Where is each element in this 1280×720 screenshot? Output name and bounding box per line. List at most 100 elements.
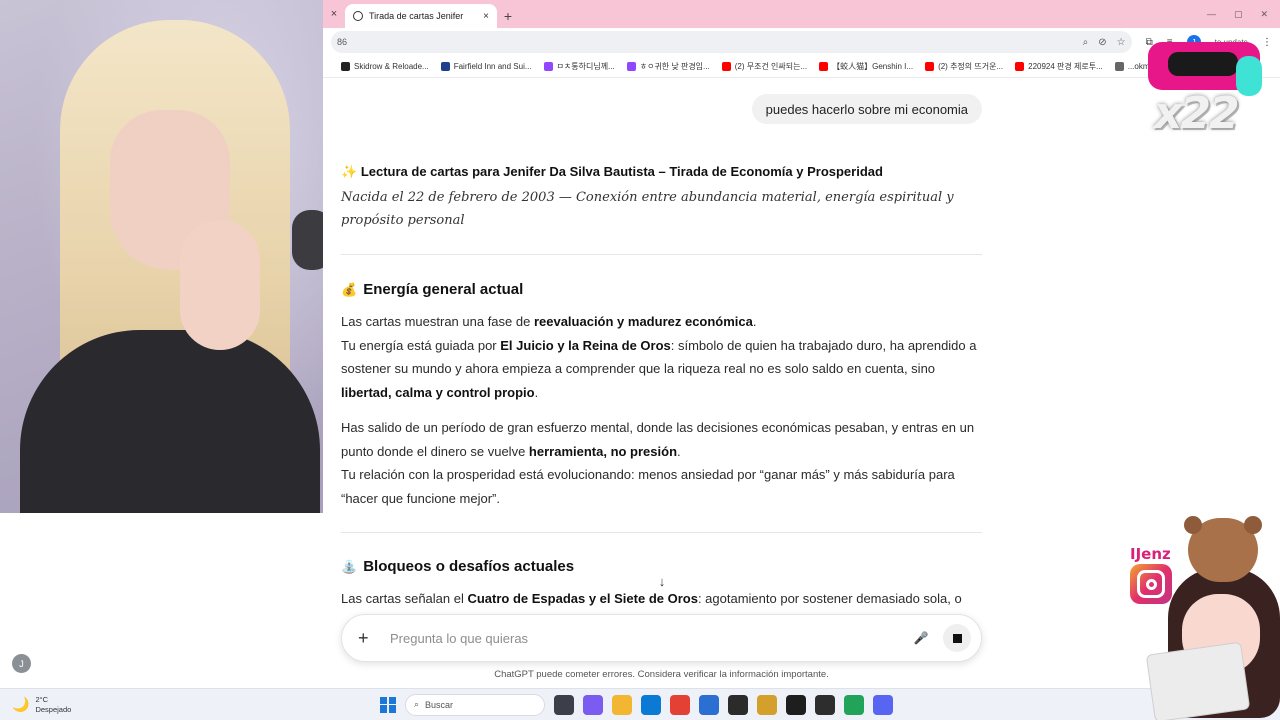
mascot-sign	[1145, 641, 1251, 720]
webcam-overlay	[0, 0, 323, 513]
sidebar-user-avatar[interactable]: J	[12, 654, 31, 673]
tab-active[interactable]: Tirada de cartas Jenifer ×	[345, 4, 497, 28]
bookmark-star-icon[interactable]: ☆	[1117, 37, 1126, 48]
weather-temperature: 2°C	[35, 694, 49, 704]
address-bar[interactable]: 86 ⌕ ⊘ ☆	[331, 31, 1132, 53]
screen: × Tirada de cartas Jenifer × + — ▢ ✕ 86 …	[0, 0, 1280, 720]
taskbar-apps: ⌕ Buscar	[380, 693, 893, 716]
task-view-icon[interactable]	[554, 694, 574, 715]
windows-taskbar: 🌙 2°C Despejado ⌕ Buscar	[0, 688, 1280, 720]
divider	[341, 532, 982, 533]
response-title-text: Lectura de cartas para Jenifer Da Silva …	[360, 164, 883, 179]
chrome-canary-icon[interactable]	[757, 694, 777, 715]
browser-tabbar: × Tirada de cartas Jenifer × + — ▢ ✕	[323, 0, 1280, 28]
file-explorer-icon[interactable]	[612, 694, 632, 715]
attach-plus-icon[interactable]: +	[358, 628, 376, 649]
paragraph: Has salido de un período de gran esfuerz…	[341, 416, 982, 510]
bookmark-item[interactable]: 220924 판경 제로투...	[1015, 61, 1103, 72]
bookmark-favicon-icon	[341, 62, 350, 71]
bold-span: reevaluación y madurez económica	[533, 314, 753, 329]
obs-icon[interactable]	[815, 694, 835, 715]
bookmark-label: ㅎㅇ귀한 낮 판경임...	[639, 62, 710, 71]
close-previous-tab-icon[interactable]: ×	[323, 0, 345, 28]
text-span: .	[677, 443, 681, 459]
text-span: .	[534, 384, 539, 400]
taskbar-search-placeholder: Buscar	[425, 699, 454, 710]
spreadsheet-icon[interactable]	[844, 694, 864, 715]
prompt-input[interactable]: Pregunta lo que quieras	[376, 631, 913, 646]
weather-text: 2°C Despejado	[35, 695, 71, 715]
response-subtitle: Nacida el 22 de febrero de 2003 — Conexi…	[341, 190, 954, 228]
new-tab-button[interactable]: +	[497, 4, 519, 28]
bookmark-item[interactable]: ㅁㅊ통하디님께...	[543, 61, 615, 72]
webcam-chair	[292, 210, 323, 270]
moon-weather-icon: 🌙	[12, 696, 30, 712]
copilot-icon[interactable]	[583, 694, 603, 715]
bookmark-item[interactable]: (2) 무조건 인싸되는...	[721, 61, 808, 72]
bookmark-favicon-icon	[1015, 62, 1025, 71]
bookmark-item[interactable]: ㅎㅇ귀한 낮 판경임...	[626, 61, 710, 72]
bold-span: libertad, calma y control propio	[341, 384, 535, 400]
bookmark-favicon-icon	[819, 62, 829, 71]
bookmark-item[interactable]: Fairfield Inn and Sui...	[440, 62, 532, 71]
tracking-protection-icon[interactable]: ⊘	[1098, 37, 1106, 48]
webcam-streamer-body	[20, 330, 320, 513]
text-span: .	[752, 314, 757, 329]
fountain-icon: ⛲	[341, 558, 358, 574]
scroll-to-bottom-button[interactable]: ↓	[654, 573, 670, 589]
section-heading-text: Bloqueos o desafíos actuales	[363, 558, 575, 575]
terminal-icon[interactable]	[728, 694, 748, 715]
edge-icon[interactable]	[641, 694, 661, 715]
zoom-icon[interactable]: ⌕	[1083, 37, 1089, 48]
start-button-windows-icon[interactable]	[380, 696, 396, 713]
combo-overlay: x22	[1148, 34, 1266, 144]
cat-sticker-accent	[1236, 56, 1262, 96]
text-span: Tu energía está guiada por	[341, 337, 501, 353]
discord-icon[interactable]	[873, 694, 893, 715]
bear-hat	[1184, 516, 1262, 582]
window-controls: — ▢ ✕	[1207, 9, 1280, 28]
bookmark-label: 220924 판경 제로투...	[1028, 62, 1103, 71]
bookmark-item[interactable]: 【蛟人猫】Genshin I...	[819, 61, 913, 72]
bookmark-label: (2) 무조건 인싸되는...	[734, 62, 808, 71]
paragraph: Las cartas muestran una fase de reevalua…	[341, 310, 982, 404]
bookmarks-bar: Skidrow & Reloade... Fairfield Inn and Su…	[323, 56, 1280, 78]
url-text: 86	[337, 37, 348, 47]
bookmark-label: Fairfield Inn and Sui...	[453, 62, 532, 71]
chrome-icon[interactable]	[670, 694, 690, 715]
microphone-icon[interactable]: 🎤	[913, 630, 929, 646]
tab-title: Tirada de cartas Jenifer	[369, 11, 464, 21]
store-icon[interactable]	[699, 694, 719, 715]
bookmark-favicon-icon	[721, 62, 731, 71]
weather-widget[interactable]: 🌙 2°C Despejado	[0, 695, 380, 715]
section-heading-energia: 💰 Energía general actual	[341, 281, 523, 298]
maximize-icon[interactable]: ▢	[1234, 9, 1243, 20]
money-bag-icon: 💰	[341, 281, 358, 297]
minimize-icon[interactable]: —	[1207, 9, 1216, 20]
address-bar-actions: ⌕ ⊘ ☆	[1083, 37, 1126, 48]
webcam-streamer-hands	[180, 220, 260, 350]
app-dark-icon[interactable]	[786, 694, 806, 715]
bookmark-favicon-icon	[543, 62, 553, 71]
taskbar-search[interactable]: ⌕ Buscar	[405, 693, 545, 716]
stop-generation-button[interactable]	[943, 624, 971, 652]
text-span: Las cartas señalan el	[341, 591, 468, 606]
text-span: Tu relación con la prosperidad está evol…	[341, 467, 955, 506]
chatgpt-favicon-icon	[353, 11, 363, 21]
combo-counter-text: x22	[1154, 88, 1240, 139]
user-message-bubble: puedes hacerlo sobre mi economia	[751, 94, 982, 124]
bookmark-item[interactable]: Skidrow & Reloade...	[341, 62, 429, 71]
paragraph: Las cartas señalan el Cuatro de Espadas …	[341, 587, 982, 611]
section-heading-text: Energía general actual	[363, 281, 524, 298]
bookmark-label: ㅁㅊ통하디님께...	[556, 62, 615, 71]
tab-close-icon[interactable]: ×	[483, 11, 489, 22]
bookmark-label: 【蛟人猫】Genshin I...	[832, 62, 914, 71]
close-window-icon[interactable]: ✕	[1260, 9, 1268, 20]
text-span: Las cartas muestran una fase de	[341, 314, 534, 329]
bookmark-item[interactable]: (2) 추정의 뜨거운...	[925, 61, 1003, 72]
disclaimer-text: ChatGPT puede cometer errores. Considera…	[494, 669, 829, 680]
bookmark-favicon-icon	[440, 62, 450, 71]
bookmark-favicon-icon	[626, 62, 636, 71]
divider	[341, 254, 982, 255]
address-bar-row: 86 ⌕ ⊘ ☆ ⧉ ≡ J to update ⋮	[323, 28, 1280, 56]
